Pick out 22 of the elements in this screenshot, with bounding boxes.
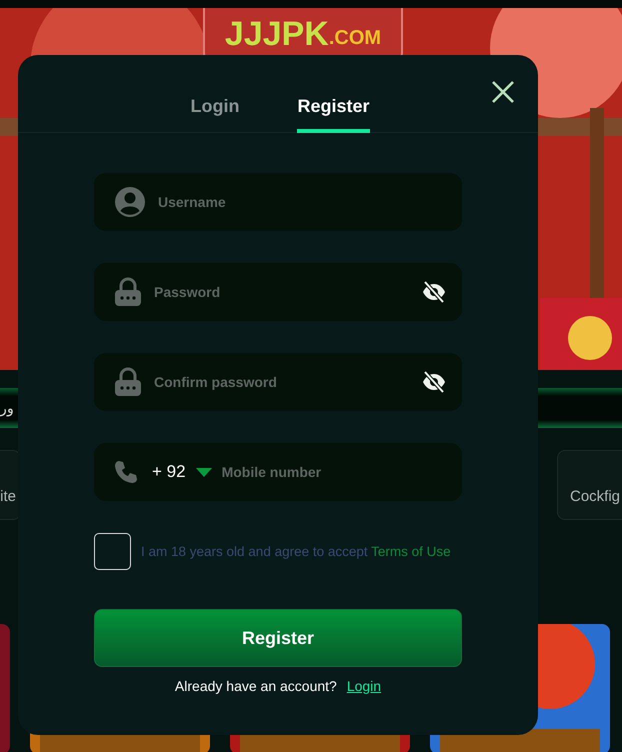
country-code[interactable]: + 92 xyxy=(152,462,186,482)
tab[interactable]: Register xyxy=(297,96,370,133)
user-icon xyxy=(114,186,146,218)
input-field[interactable]: Mobile number xyxy=(222,464,446,480)
terms-link[interactable]: Terms of Use xyxy=(371,544,451,559)
eye-slash-icon[interactable] xyxy=(422,281,446,303)
lock-icon xyxy=(114,277,142,307)
checkbox[interactable] xyxy=(94,533,131,570)
register-button[interactable]: Register xyxy=(94,609,462,667)
login-link[interactable]: Login xyxy=(346,678,382,694)
tab[interactable]: Login xyxy=(190,96,240,133)
phone-icon xyxy=(114,460,138,484)
dropdown-icon[interactable] xyxy=(196,468,212,476)
input-field[interactable]: Password xyxy=(154,284,410,300)
input-field[interactable]: Username xyxy=(158,194,446,210)
category-tile[interactable]: Cockfig xyxy=(557,450,622,520)
lock-icon xyxy=(114,367,142,397)
close-icon[interactable] xyxy=(491,80,515,104)
input-field[interactable]: Confirm password xyxy=(154,374,410,390)
agreement-text: I am 18 years old and agree to accept Terms of Use xyxy=(141,544,451,559)
account-prompt: Already have an account? xyxy=(174,678,337,694)
eye-slash-icon[interactable] xyxy=(422,371,446,393)
